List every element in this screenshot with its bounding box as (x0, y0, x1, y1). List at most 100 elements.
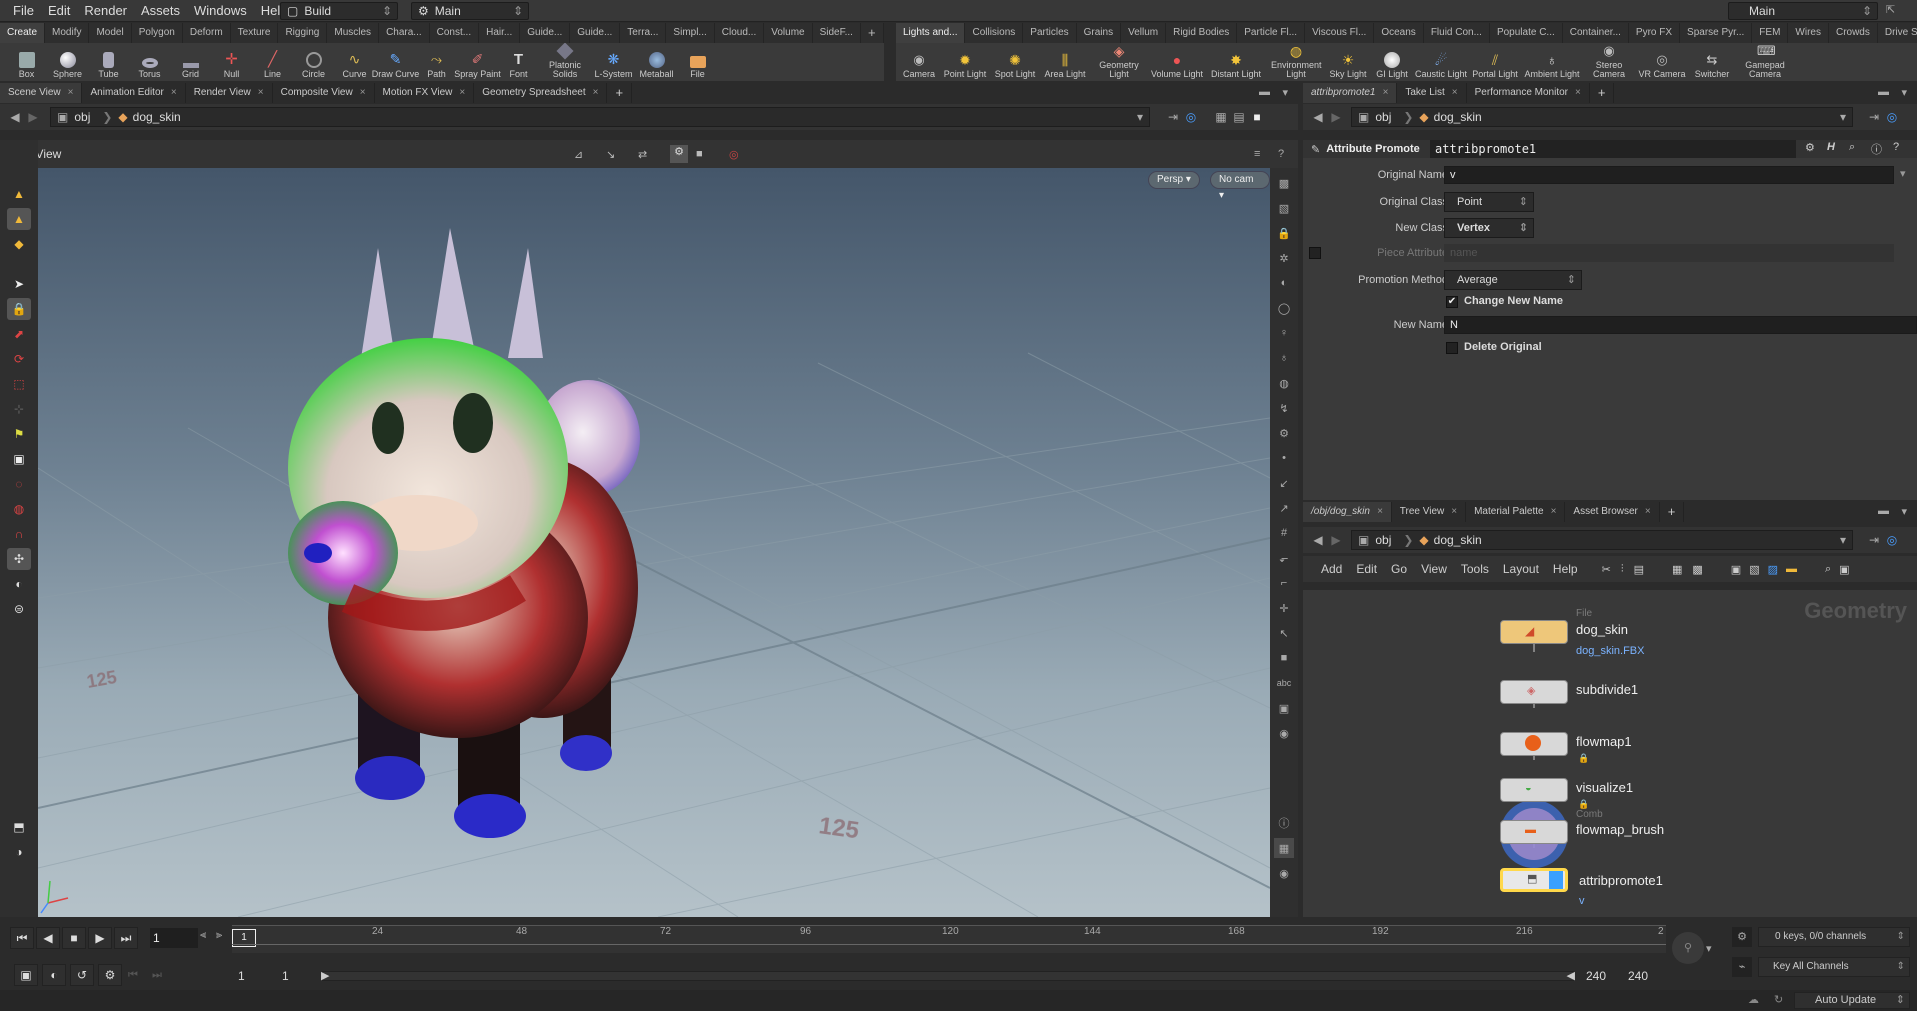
node-dog-skin[interactable]: ◢ (1500, 620, 1568, 644)
render-icon[interactable]: ⚙ (1274, 423, 1294, 443)
range-slider[interactable]: ▶ ◀ (321, 969, 1575, 982)
shelf-tab-create[interactable]: Create (0, 23, 46, 43)
tool-area-light[interactable]: ⫼ Area Light (1040, 43, 1090, 81)
pane-menu-icon[interactable]: ▾ (1901, 505, 1907, 518)
right-main-selector[interactable]: Main ⇕ (1728, 2, 1878, 20)
camera-tool-icon[interactable]: ◐ (7, 573, 31, 595)
pose-display-icon[interactable]: ⬐ (1274, 548, 1294, 568)
forward-arrow-icon[interactable]: ▶ (1327, 108, 1345, 126)
delete-original-checkbox[interactable] (1446, 342, 1458, 354)
link-icon[interactable]: ◎ (1883, 108, 1901, 126)
network-menu-edit[interactable]: Edit (1356, 562, 1377, 576)
grid-view-icon[interactable]: ▦ (1672, 563, 1682, 576)
close-icon[interactable]: × (1452, 87, 1458, 98)
grid-display-icon[interactable]: ▦ (1274, 838, 1294, 858)
snap-grid-icon[interactable]: ✣ (7, 548, 31, 570)
network-menu-tools[interactable]: Tools (1461, 562, 1489, 576)
chevron-down-icon[interactable]: ▾ (1900, 167, 1906, 180)
close-icon[interactable]: × (1551, 506, 1557, 517)
chevron-down-icon[interactable]: ▾ (1840, 533, 1846, 547)
toolbar-menu-icon[interactable]: ≡ (1254, 148, 1260, 160)
prev-key-icon[interactable]: ⏮ (128, 969, 138, 982)
cube-icon[interactable]: ■ (1274, 648, 1294, 668)
bones-icon[interactable]: ✛ (1274, 598, 1294, 618)
list-icon[interactable]: ▤ (1634, 563, 1644, 576)
range-handle-right-icon[interactable]: ◀ (1567, 969, 1575, 982)
translate-icon[interactable]: ⬈ (7, 323, 31, 345)
tool-volume-light[interactable]: ● Volume Light (1148, 43, 1206, 81)
shelf-tab[interactable]: Deform (183, 23, 231, 43)
path-node[interactable]: dog_skin (1434, 110, 1482, 124)
close-icon[interactable]: × (1377, 506, 1383, 517)
shelf-tab[interactable]: FEM (1752, 23, 1789, 43)
shelf-tab[interactable]: Viscous Fl... (1305, 23, 1375, 43)
maximize-icon[interactable]: ▬ (1259, 86, 1270, 98)
tool-gi-light[interactable]: GI Light (1370, 43, 1414, 81)
key-search-icon[interactable]: ⚲ (1672, 932, 1704, 964)
info-icon[interactable]: ⓘ (1274, 813, 1294, 833)
view-label[interactable]: View (36, 147, 62, 161)
end-frame-field[interactable]: 240 (1622, 967, 1668, 985)
tool-metaball[interactable]: Metaball (636, 43, 677, 81)
shelf-tab[interactable]: Const... (430, 23, 480, 43)
tool-point-light[interactable]: ✹ Point Light (940, 43, 990, 81)
tool-file[interactable]: File (677, 43, 718, 81)
close-icon[interactable]: × (593, 87, 599, 98)
close-icon[interactable]: × (258, 87, 264, 98)
tab-render-view[interactable]: Render View × (186, 83, 273, 103)
tab-composite-view[interactable]: Composite View × (273, 83, 375, 103)
bulb-icon[interactable]: ♀ (1274, 323, 1294, 343)
tool-camera[interactable]: ◉ Camera (898, 43, 940, 81)
realtime-icon[interactable]: ▣ (14, 964, 38, 986)
guide-icon[interactable]: ⌐ (1274, 573, 1294, 593)
tool-vr-camera[interactable]: ◎ VR Camera (1636, 43, 1688, 81)
close-icon[interactable]: × (1645, 506, 1651, 517)
shelf-tab[interactable]: Rigging (278, 23, 328, 43)
original-name-field[interactable]: v (1444, 166, 1894, 184)
node-flowmap-brush[interactable]: ▬ (1500, 820, 1568, 844)
pin-icon[interactable]: ⇥ (1164, 108, 1182, 126)
close-icon[interactable]: × (1575, 87, 1581, 98)
handles-icon[interactable]: ↖ (1274, 623, 1294, 643)
shelf-tab[interactable]: Pyro FX (1629, 23, 1681, 43)
tool-sphere[interactable]: Sphere (47, 43, 88, 81)
menu-windows[interactable]: Windows (187, 0, 254, 22)
shelf-tab[interactable]: Guide... (570, 23, 621, 43)
headlight-icon[interactable]: ♁ (1274, 348, 1294, 368)
shelf-tab[interactable]: SideF... (813, 23, 861, 43)
new-class-dropdown[interactable]: Vertex ⇕ (1444, 218, 1534, 238)
tool-environment-light[interactable]: ◍ Environment Light (1266, 43, 1326, 81)
tab-asset-browser[interactable]: Asset Browser × (1565, 502, 1660, 522)
path-root[interactable]: obj (1375, 533, 1391, 547)
pin-display-icon[interactable]: ◉ (1274, 723, 1294, 743)
rotate-icon[interactable]: ⟳ (7, 348, 31, 370)
close-icon[interactable]: × (68, 87, 74, 98)
node-file-link[interactable]: dog_skin.FBX (1576, 645, 1644, 657)
tool-lsystem[interactable]: ❋ L-System (591, 43, 636, 81)
paint-tool-icon[interactable]: ▲ (7, 208, 31, 230)
shelf-tab[interactable]: Modify (45, 23, 90, 43)
add-tab-icon[interactable]: + (1590, 83, 1615, 103)
timeline-ruler[interactable]: 1 24 48 72 96 120 144 168 192 216 2 (232, 925, 1666, 953)
forward-arrow-icon[interactable]: ▶ (1327, 531, 1345, 549)
range-start-field[interactable]: 1 (276, 967, 322, 985)
back-arrow-icon[interactable]: ◀ (1309, 531, 1327, 549)
start-frame-field[interactable]: 1 (232, 967, 278, 985)
node-name-field[interactable]: attribpromote1 (1430, 140, 1796, 158)
tool-null[interactable]: ✛ Null (211, 43, 252, 81)
shelf-tab[interactable]: Populate C... (1490, 23, 1563, 43)
add-shelf-icon[interactable]: + (861, 23, 884, 43)
node-subdivide1[interactable]: ◈ (1500, 680, 1568, 704)
tool-draw-curve[interactable]: ✎ Draw Curve (372, 43, 420, 81)
shelf-tab[interactable]: Guide... (520, 23, 571, 43)
network-box-icon[interactable]: ▣ (1731, 563, 1741, 576)
shelf-tab[interactable]: Rigid Bodies (1166, 23, 1238, 43)
jump-start-icon[interactable]: ⏮ (10, 927, 34, 949)
shelf-tab[interactable]: Drive Sim... (1878, 23, 1917, 43)
new-name-field[interactable]: N (1444, 316, 1917, 334)
shelf-tab[interactable]: Texture (231, 23, 279, 43)
shelf-tab[interactable]: Polygon (132, 23, 183, 43)
menu-assets[interactable]: Assets (134, 0, 187, 22)
tool-curve[interactable]: ∿ Curve (334, 43, 375, 81)
tool-grid[interactable]: Grid (170, 43, 211, 81)
